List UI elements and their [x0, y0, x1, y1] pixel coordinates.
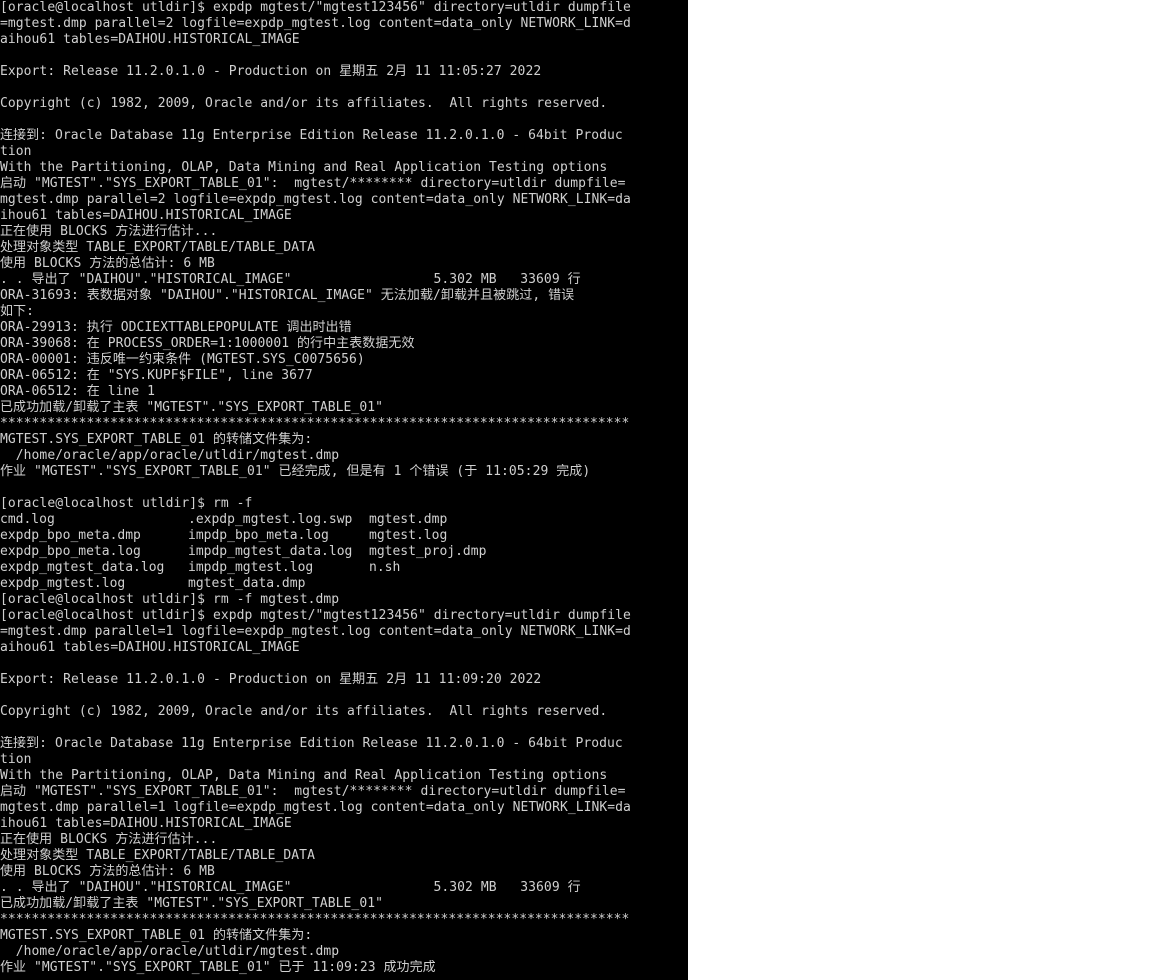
file-name: cmd.log — [0, 512, 55, 527]
terminal-line-output: 启动 "MGTEST"."SYS_EXPORT_TABLE_01": mgtes… — [0, 784, 626, 799]
terminal-line-error: ORA-31693: 表数据对象 "DAIHOU"."HISTORICAL_IM… — [0, 288, 575, 303]
file-list-row: expdp_mgtest_data.log impdp_mgtest.log n.s… — [0, 560, 688, 576]
terminal-line-error: 如下: — [0, 304, 35, 319]
terminal-line-command: [oracle@localhost utldir]$ expdp mgtest/… — [0, 608, 631, 623]
file-name: impdp_bpo_meta.log — [188, 528, 329, 543]
terminal-line-output: MGTEST.SYS_EXPORT_TABLE_01 的转储文件集为: — [0, 432, 313, 447]
terminal-line-error: ORA-39068: 在 PROCESS_ORDER=1:1000001 的行中… — [0, 336, 415, 351]
terminal-line-command: =mgtest.dmp parallel=2 logfile=expdp_mgt… — [0, 16, 631, 31]
file-name: .expdp_mgtest.log.swp — [188, 512, 353, 527]
terminal-screen[interactable]: [oracle@localhost utldir]$ expdp mgtest/… — [0, 0, 688, 976]
terminal-line-output: 已成功加载/卸载了主表 "MGTEST"."SYS_EXPORT_TABLE_0… — [0, 400, 383, 415]
terminal-line-command: [oracle@localhost utldir]$ rm -f mgtest.… — [0, 592, 340, 607]
terminal-line-output: ihou61 tables=DAIHOU.HISTORICAL_IMAGE — [0, 816, 292, 831]
terminal-line-divider: ****************************************… — [0, 416, 630, 431]
desktop-background — [688, 0, 1152, 980]
terminal-line-output: MGTEST.SYS_EXPORT_TABLE_01 的转储文件集为: — [0, 928, 313, 943]
terminal-line-output: Export: Release 11.2.0.1.0 - Production … — [0, 672, 542, 687]
terminal-window[interactable]: [oracle@localhost utldir]$ expdp mgtest/… — [0, 0, 688, 980]
terminal-line-output: Copyright (c) 1982, 2009, Oracle and/or … — [0, 96, 608, 111]
terminal-line-command: [oracle@localhost utldir]$ expdp mgtest/… — [0, 0, 631, 15]
terminal-line-error: ORA-00001: 违反唯一约束条件 (MGTEST.SYS_C0075656… — [0, 352, 365, 367]
terminal-line-output: tion — [0, 752, 32, 767]
terminal-line-output: 已成功加载/卸载了主表 "MGTEST"."SYS_EXPORT_TABLE_0… — [0, 896, 383, 911]
file-name: impdp_mgtest_data.log — [188, 544, 353, 559]
terminal-line-output: 使用 BLOCKS 方法的总估计: 6 MB — [0, 864, 215, 879]
terminal-line-output: 作业 "MGTEST"."SYS_EXPORT_TABLE_01" 已于 11:… — [0, 960, 436, 975]
terminal-line-output: 连接到: Oracle Database 11g Enterprise Edit… — [0, 128, 623, 143]
terminal-line-error: ORA-29913: 执行 ODCIEXTTABLEPOPULATE 调出时出错 — [0, 320, 352, 335]
terminal-line-output: mgtest.dmp parallel=2 logfile=expdp_mgte… — [0, 192, 631, 207]
terminal-line-command: aihou61 tables=DAIHOU.HISTORICAL_IMAGE — [0, 32, 300, 47]
terminal-line-output: 处理对象类型 TABLE_EXPORT/TABLE/TABLE_DATA — [0, 848, 315, 863]
terminal-line-output: . . 导出了 "DAIHOU"."HISTORICAL_IMAGE" 5.30… — [0, 272, 581, 287]
terminal-line-command: =mgtest.dmp parallel=1 logfile=expdp_mgt… — [0, 624, 631, 639]
terminal-line-output: . . 导出了 "DAIHOU"."HISTORICAL_IMAGE" 5.30… — [0, 880, 581, 895]
terminal-line-output: /home/oracle/app/oracle/utldir/mgtest.dm… — [0, 448, 340, 463]
terminal-line-divider: ****************************************… — [0, 912, 630, 927]
terminal-line-output: ihou61 tables=DAIHOU.HISTORICAL_IMAGE — [0, 208, 292, 223]
terminal-line-command: aihou61 tables=DAIHOU.HISTORICAL_IMAGE — [0, 640, 300, 655]
file-name: n.sh — [369, 560, 401, 575]
file-name: mgtest_proj.dmp — [369, 544, 487, 559]
file-name: expdp_bpo_meta.dmp — [0, 528, 141, 543]
terminal-line-output: 正在使用 BLOCKS 方法进行估计... — [0, 832, 218, 847]
file-name: expdp_bpo_meta.log — [0, 544, 141, 559]
terminal-line-output: 作业 "MGTEST"."SYS_EXPORT_TABLE_01" 已经完成, … — [0, 464, 591, 479]
terminal-line-error: ORA-06512: 在 line 1 — [0, 384, 156, 399]
file-name: mgtest.log — [369, 528, 448, 543]
file-name: impdp_mgtest.log — [188, 560, 314, 575]
file-name: expdp_mgtest.log — [0, 576, 126, 591]
terminal-line-output: tion — [0, 144, 32, 159]
terminal-line-output: Copyright (c) 1982, 2009, Oracle and/or … — [0, 704, 608, 719]
terminal-line-error: ORA-06512: 在 "SYS.KUPF$FILE", line 3677 — [0, 368, 313, 383]
terminal-line-output: With the Partitioning, OLAP, Data Mining… — [0, 768, 608, 783]
file-name: mgtest_data.dmp — [188, 576, 306, 591]
file-name: mgtest.dmp — [369, 512, 448, 527]
file-list-row: cmd.log .expdp_mgtest.log.swp mgtest.dmp — [0, 512, 688, 528]
file-list-row: expdp_mgtest.log mgtest_data.dmp — [0, 576, 688, 592]
terminal-line-output: 使用 BLOCKS 方法的总估计: 6 MB — [0, 256, 215, 271]
terminal-line-command: [oracle@localhost utldir]$ rm -f — [0, 496, 253, 511]
terminal-line-output: 正在使用 BLOCKS 方法进行估计... — [0, 224, 218, 239]
file-name: expdp_mgtest_data.log — [0, 560, 165, 575]
terminal-line-output: /home/oracle/app/oracle/utldir/mgtest.dm… — [0, 944, 340, 959]
terminal-line-output: mgtest.dmp parallel=1 logfile=expdp_mgte… — [0, 800, 631, 815]
terminal-line-output: Export: Release 11.2.0.1.0 - Production … — [0, 64, 542, 79]
file-list-row: expdp_bpo_meta.log impdp_mgtest_data.log m… — [0, 544, 688, 560]
terminal-line-output: 处理对象类型 TABLE_EXPORT/TABLE/TABLE_DATA — [0, 240, 315, 255]
terminal-line-output: 启动 "MGTEST"."SYS_EXPORT_TABLE_01": mgtes… — [0, 176, 626, 191]
terminal-line-output: 连接到: Oracle Database 11g Enterprise Edit… — [0, 736, 623, 751]
file-list-row: expdp_bpo_meta.dmp impdp_bpo_meta.log mgte… — [0, 528, 688, 544]
terminal-line-output: With the Partitioning, OLAP, Data Mining… — [0, 160, 608, 175]
